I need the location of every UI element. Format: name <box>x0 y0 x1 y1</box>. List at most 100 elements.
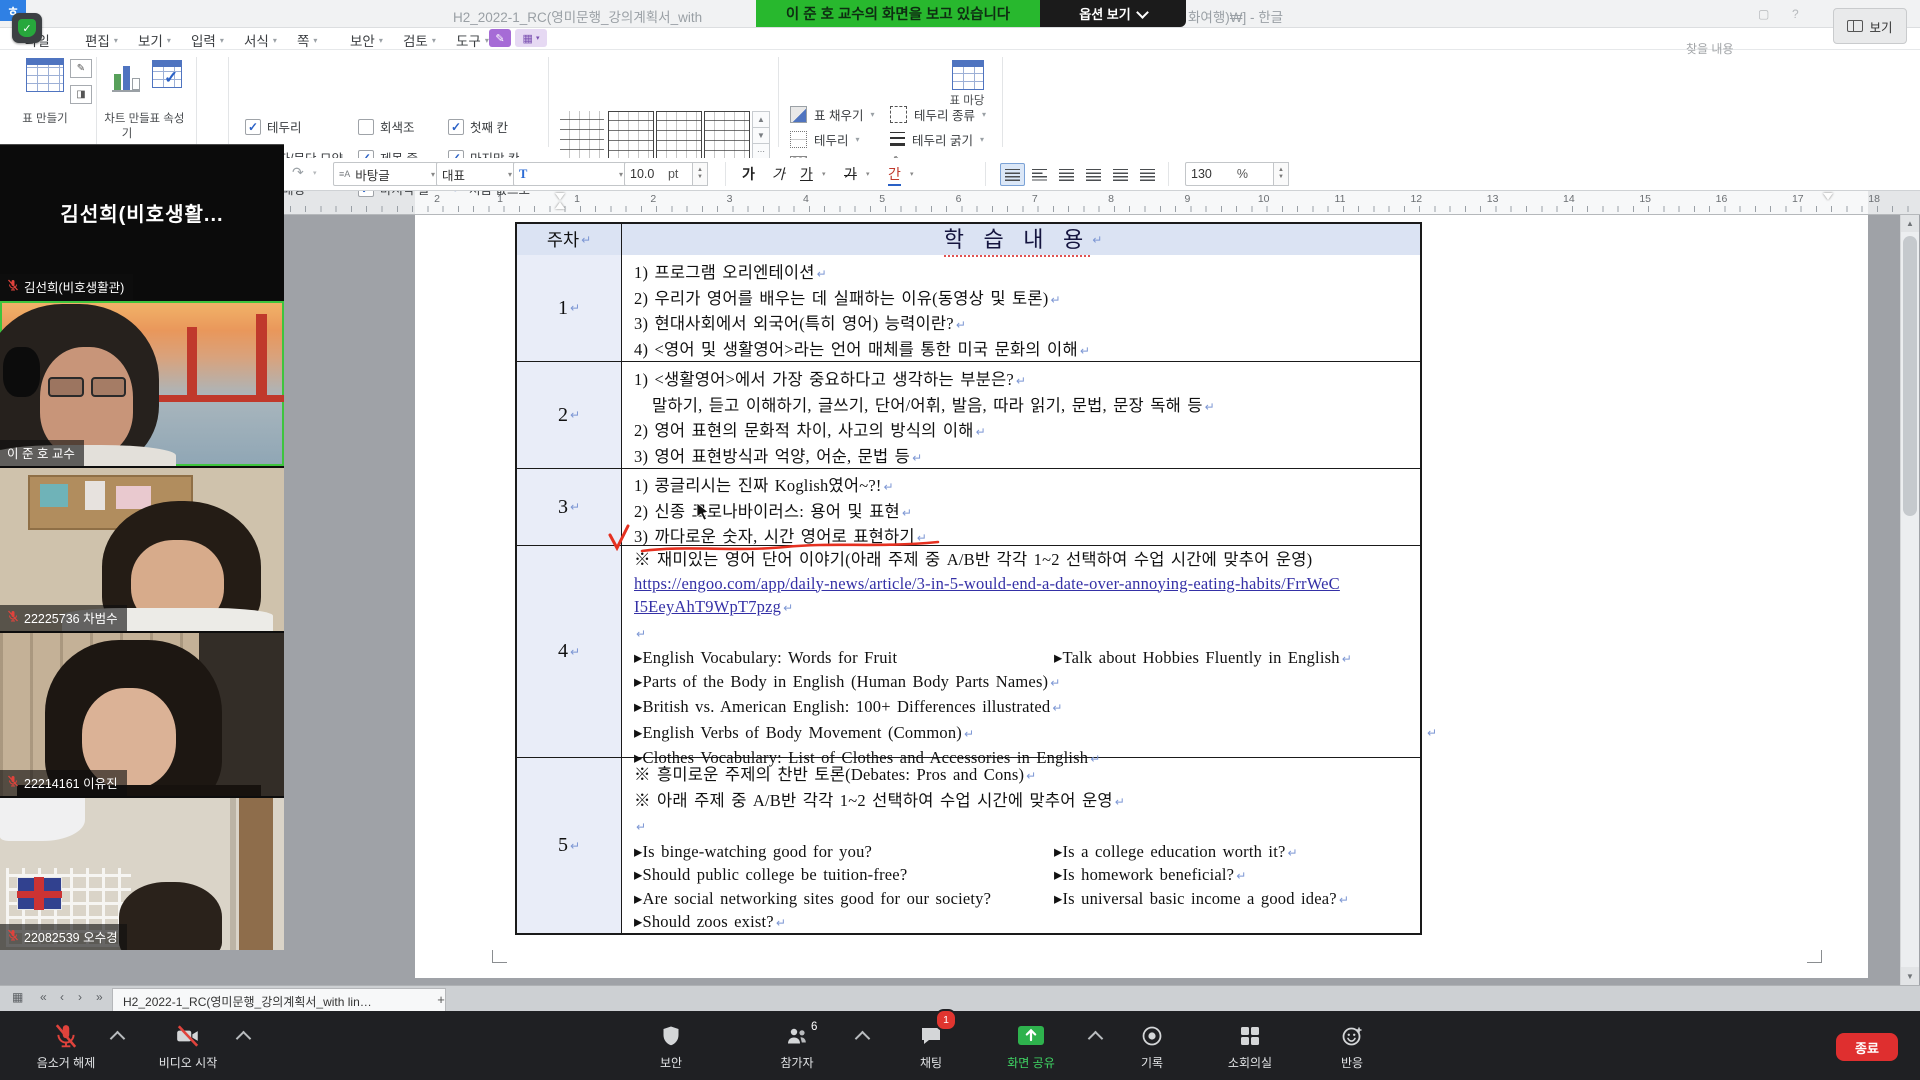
menu-편집[interactable]: 편집▾ <box>85 30 118 50</box>
format-align-right-button[interactable] <box>1081 163 1106 186</box>
indent-marker-top[interactable] <box>555 193 565 200</box>
participant-tile-22214161-이유진[interactable]: 22214161 이유진 <box>0 633 284 796</box>
zoom-level-input[interactable]: 130 % ▾ <box>1185 162 1283 186</box>
hyperlink[interactable]: https://engoo.com/app/daily-news/article… <box>634 574 1340 593</box>
font-size-spinner[interactable]: ▲▼ <box>692 162 708 186</box>
redo-icon[interactable]: ↷ <box>292 164 304 181</box>
chevron-up-icon[interactable] <box>1088 1031 1104 1047</box>
week-cell[interactable]: 2↵ <box>517 362 622 468</box>
menu-보안[interactable]: 보안▾ <box>350 30 383 50</box>
create-table-icon[interactable] <box>26 58 64 92</box>
tool-테두리[interactable]: 테두리▾ <box>790 130 860 149</box>
menu-쪽[interactable]: 쪽▾ <box>297 30 317 50</box>
format-divide-button[interactable] <box>1135 163 1160 186</box>
window-restore-icon[interactable]: ▢ <box>1758 7 1769 21</box>
table-tool-icon[interactable]: ▦ ▾ <box>515 29 547 47</box>
format-justify-button[interactable] <box>1000 163 1025 186</box>
table-style-preview[interactable] <box>560 111 604 159</box>
tool-표 채우기[interactable]: 표 채우기▾ <box>790 105 875 124</box>
create-chart-icon[interactable] <box>112 60 140 92</box>
redo-arrow-icon[interactable]: ▾ <box>313 169 317 177</box>
zoom-toolbar-share[interactable]: 화면 공유 <box>986 1017 1076 1075</box>
zoom-spinner[interactable]: ▲▼ <box>1273 162 1289 186</box>
content-cell[interactable]: 1) <생활영어>에서 가장 중요하다고 생각하는 부분은?↵말하기, 듣고 이… <box>622 362 1420 468</box>
format-align-left-button[interactable] <box>1027 163 1052 186</box>
document-page[interactable]: 주차↵ 학 습 내 용↵ 1↵1) 프로그램 오리엔테이션↵2) 우리가 영어를… <box>415 214 1868 978</box>
preset-select[interactable]: 대표 ▾ <box>436 162 518 186</box>
draw-table-icon[interactable]: ✎ <box>70 59 92 78</box>
ribbon-group-table-props[interactable]: 표 속성 <box>141 112 193 127</box>
first-tab-icon[interactable]: « <box>40 990 47 1004</box>
menu-서식[interactable]: 서식▾ <box>244 30 277 50</box>
erase-table-icon[interactable]: ◨ <box>70 85 92 104</box>
participant-tile-22082539-오수경[interactable]: 22082539 오수경 <box>0 798 284 950</box>
zoom-toolbar-participants[interactable]: 참가자 <box>752 1017 842 1075</box>
hyperlink[interactable]: I5EeyAhT9WpT7pzg <box>634 597 781 616</box>
tool-테두리 굵기[interactable]: 테두리 굵기▾ <box>890 130 984 149</box>
zoom-toolbar-unmute[interactable]: 음소거 해제 <box>14 1017 118 1075</box>
scrollbar-thumb[interactable] <box>1903 236 1917 516</box>
table-template-label[interactable]: 표 마당 <box>941 94 993 109</box>
content-cell[interactable]: ※ 재미있는 영어 단어 이야기(아래 주제 중 A/B반 각각 1~2 선택하… <box>622 546 1420 757</box>
right-margin-marker[interactable] <box>1823 193 1833 200</box>
table-properties-icon[interactable]: ✓ <box>152 60 182 88</box>
font-select[interactable]: T ▾ <box>513 162 629 186</box>
zoom-toolbar-security[interactable]: 보안 <box>626 1017 716 1075</box>
week-cell[interactable]: 3↵ <box>517 469 622 545</box>
font-size-input[interactable]: 10.0 pt ▾ <box>624 162 702 186</box>
table-style-preview[interactable] <box>704 111 750 161</box>
format-align-center-button[interactable] <box>1054 163 1079 186</box>
week-cell[interactable]: 4↵ <box>517 546 622 757</box>
menu-보기[interactable]: 보기▾ <box>138 30 171 50</box>
zoom-toolbar-breakout[interactable]: 소회의실 <box>1205 1017 1295 1075</box>
zoom-toolbar-start-video[interactable]: 비디오 시작 <box>136 1017 240 1075</box>
menu-도구[interactable]: 도구▾ <box>456 30 489 50</box>
menu-검토[interactable]: 검토▾ <box>403 30 436 50</box>
window-help-icon[interactable]: ? <box>1792 7 1799 21</box>
week-cell[interactable]: 1↵ <box>517 255 622 361</box>
tab-list-icon[interactable]: ▦ <box>12 990 23 1004</box>
format-bold-button[interactable]: 가 <box>742 164 755 184</box>
participant-tile-22225736-차범수[interactable]: 22225736 차범수 <box>0 468 284 631</box>
format-italic-button[interactable]: 가 <box>772 164 785 184</box>
format-text-color-button[interactable]: 간 <box>888 164 901 186</box>
table-template-icon[interactable] <box>952 60 984 90</box>
end-meeting-button[interactable]: 종료 <box>1836 1033 1898 1061</box>
document-scrollbar[interactable]: ▲ ▼ <box>1900 214 1919 985</box>
zoom-toolbar-record[interactable]: 기록 <box>1107 1017 1197 1075</box>
zoom-view-button[interactable]: 보기 <box>1833 8 1907 44</box>
chevron-up-icon[interactable] <box>855 1031 871 1047</box>
format-strikethrough-button[interactable]: 가 <box>844 164 857 184</box>
zoom-toolbar-reactions[interactable]: 반응 <box>1307 1017 1397 1075</box>
paragraph-style-select[interactable]: ≡A 바탕글 ▾ <box>333 162 441 186</box>
indent-marker-bottom[interactable] <box>555 202 565 209</box>
gallery-scroll-up-icon[interactable]: ▲ <box>752 111 770 128</box>
header-week-cell[interactable]: 주차↵ <box>517 224 622 255</box>
content-cell[interactable]: ※ 흥미로운 주제의 찬반 토론(Debates: Pros and Cons)… <box>622 758 1420 933</box>
gallery-scroll-down-icon[interactable]: ▼ <box>752 127 770 144</box>
last-tab-icon[interactable]: » <box>96 990 103 1004</box>
option-회색조[interactable]: 회색조 <box>358 117 415 136</box>
participant-tile-kim[interactable]: 김선희(비호생활... 김선희(비호생활관) <box>0 146 284 300</box>
prev-tab-icon[interactable]: ‹ <box>60 990 64 1004</box>
zoom-toolbar-chat[interactable]: 채팅 <box>886 1017 976 1075</box>
table-style-preview[interactable] <box>608 111 654 161</box>
new-tab-button[interactable]: + <box>432 990 450 1008</box>
scroll-up-icon[interactable]: ▲ <box>1901 214 1919 232</box>
format-underline-button[interactable]: 가 <box>800 164 813 184</box>
table-style-preview[interactable] <box>656 111 702 161</box>
week-cell[interactable]: 5↵ <box>517 758 622 933</box>
menu-입력[interactable]: 입력▾ <box>191 30 224 50</box>
content-cell[interactable]: 1) 프로그램 오리엔테이션↵2) 우리가 영어를 배우는 데 실패하는 이유(… <box>622 255 1420 361</box>
scroll-down-icon[interactable]: ▼ <box>1901 967 1919 985</box>
option-첫째 칸[interactable]: ✓첫째 칸 <box>448 117 508 136</box>
ribbon-group-table-create[interactable]: 표 만들기 <box>19 112 71 127</box>
next-tab-icon[interactable]: › <box>78 990 82 1004</box>
option-테두리[interactable]: ✓테두리 <box>245 117 302 136</box>
document-tab[interactable]: H2_2022-1_RC(영미문행_강의계획서_with lin… <box>112 988 446 1013</box>
view-options-button[interactable]: 옵션 보기 <box>1040 0 1186 27</box>
content-cell[interactable]: 1) 콩글리시는 진짜 Koglish였어~?!↵2) 신종 코로나바이러스: … <box>622 469 1420 545</box>
participant-tile-이-준-호-교수[interactable]: 이 준 호 교수 <box>0 301 284 466</box>
header-content-cell[interactable]: 학 습 내 용↵ <box>622 224 1420 255</box>
table-edit-tool-icon[interactable]: ✎ <box>489 29 511 47</box>
